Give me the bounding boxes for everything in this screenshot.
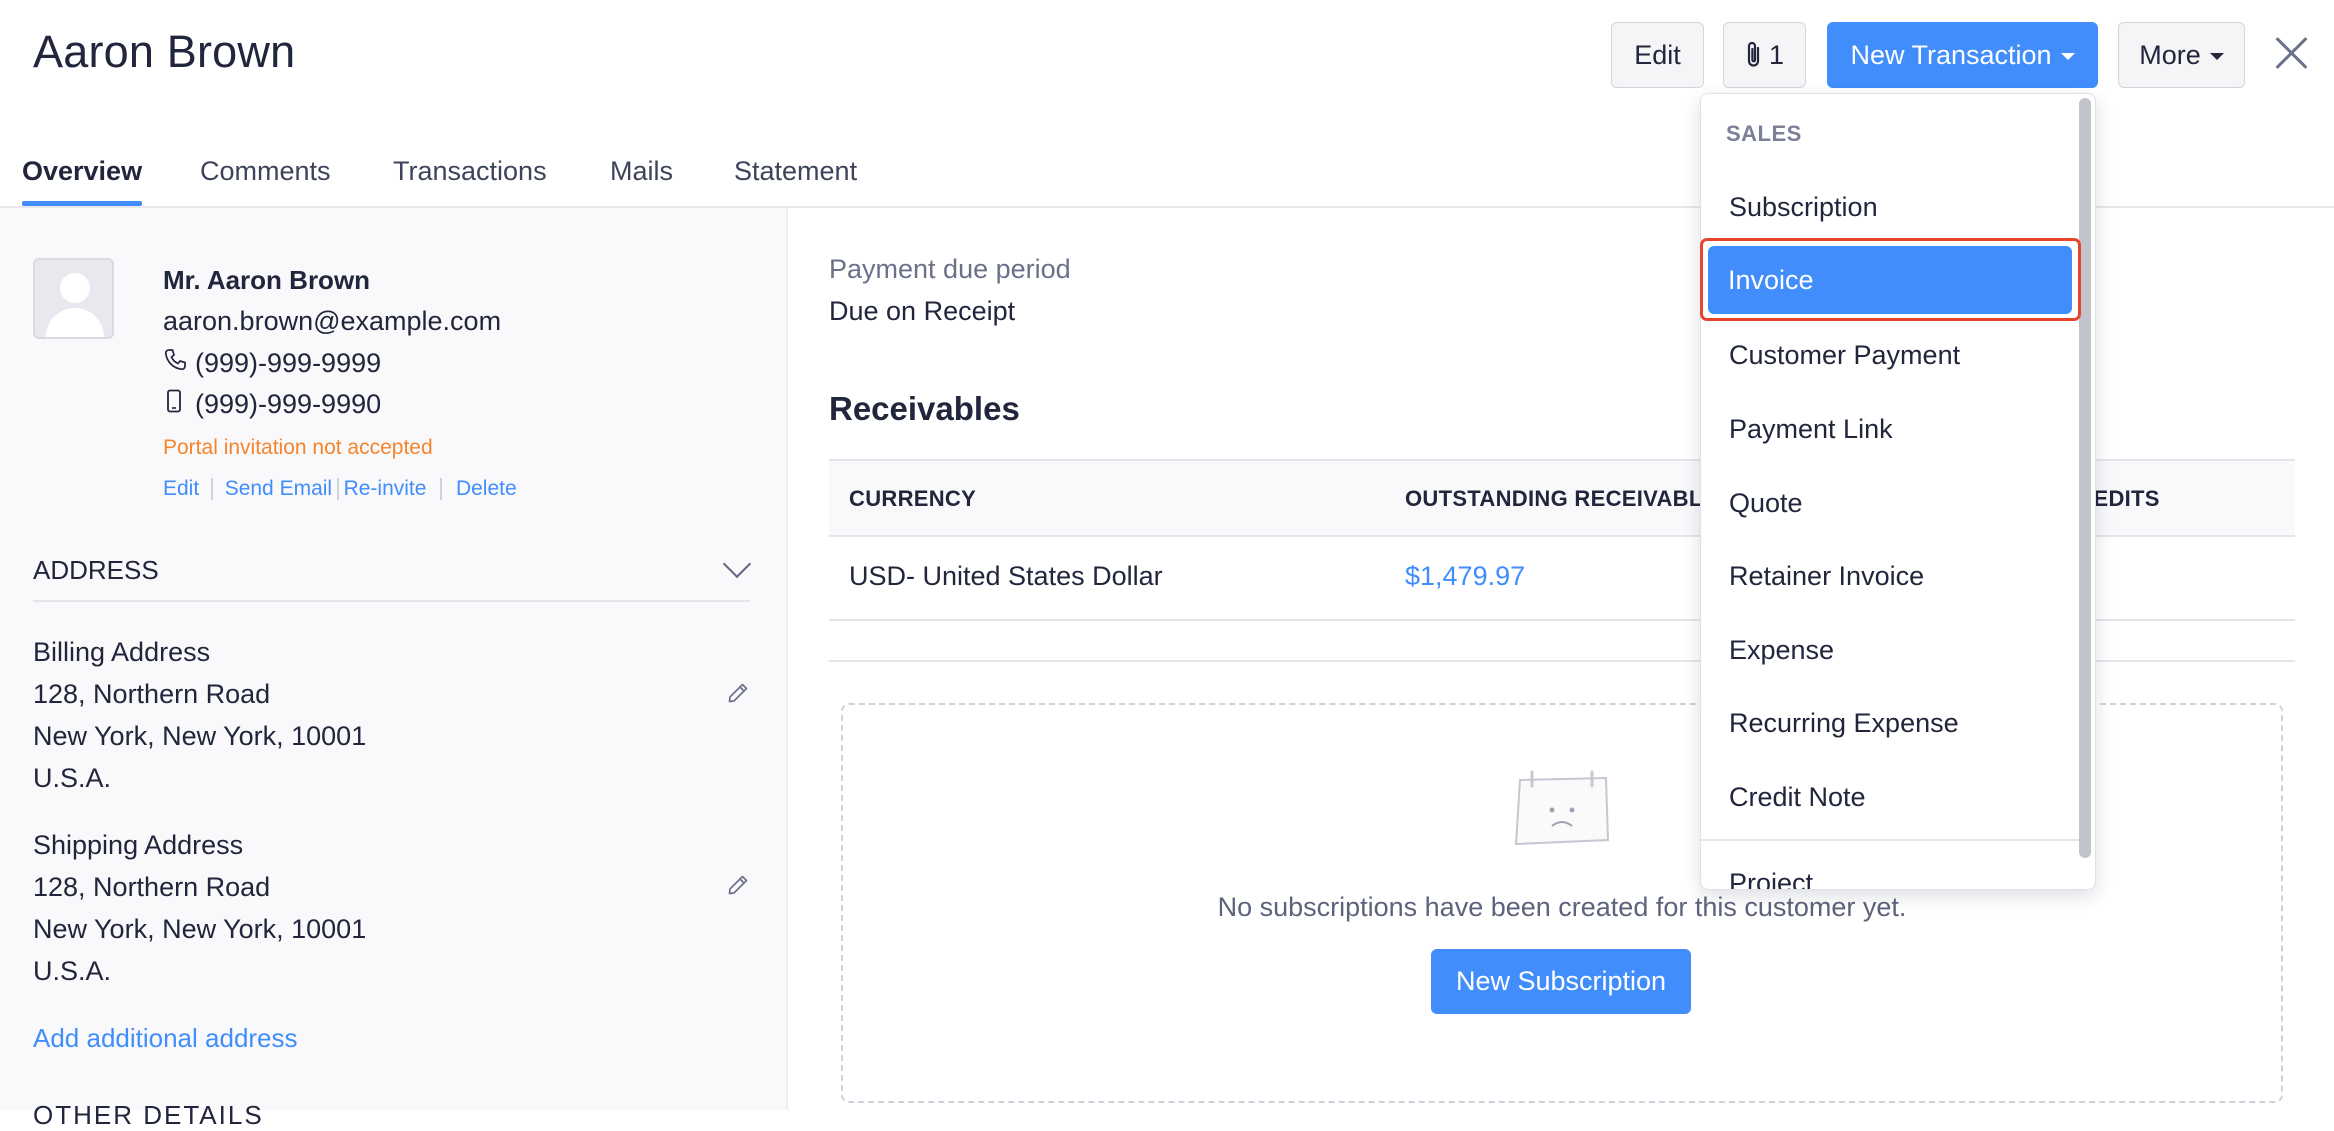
edit-billing-pencil-icon[interactable] xyxy=(726,681,750,705)
caret-down-icon xyxy=(2060,52,2075,60)
menu-item-customer-payment[interactable]: Customer Payment xyxy=(1729,340,1960,371)
new-transaction-label: New Transaction xyxy=(1850,39,2052,70)
shipping-address-label: Shipping Address xyxy=(33,830,244,860)
tab-comments[interactable]: Comments xyxy=(200,156,331,187)
billing-address-line3: U.S.A. xyxy=(33,763,112,793)
mobile-icon xyxy=(167,389,181,413)
re-invite-link[interactable]: Re-invite xyxy=(344,477,427,501)
tab-mails[interactable]: Mails xyxy=(610,156,673,187)
new-subscription-button[interactable]: New Subscription xyxy=(1431,949,1691,1014)
highlight-frame xyxy=(1700,238,2081,321)
edit-shipping-pencil-icon[interactable] xyxy=(726,873,750,897)
other-details-header[interactable]: OTHER DETAILS xyxy=(33,1100,264,1131)
tab-overview[interactable]: Overview xyxy=(22,156,142,187)
sad-calendar-icon xyxy=(1514,770,1610,846)
address-section-header[interactable]: ADDRESS xyxy=(33,555,159,586)
menu-item-retainer-invoice[interactable]: Retainer Invoice xyxy=(1729,561,1924,592)
attachments-count: 1 xyxy=(1768,39,1785,70)
more-button[interactable]: More xyxy=(2118,22,2245,88)
shipping-address: Shipping Address 128, Northern Road New … xyxy=(33,824,366,992)
shipping-address-line2: New York, New York, 10001 xyxy=(33,914,367,944)
dropdown-divider xyxy=(1701,839,2081,841)
paperclip-icon xyxy=(1747,41,1760,67)
close-icon[interactable] xyxy=(2264,26,2318,80)
empty-state-message: No subscriptions have been created for t… xyxy=(1217,892,1907,922)
active-tab-indicator xyxy=(22,201,142,206)
contact-mobile: (999)-999-9990 xyxy=(195,389,382,419)
billing-address: Billing Address 128, Northern Road New Y… xyxy=(33,631,366,799)
receivables-title: Receivables xyxy=(829,390,1020,427)
menu-item-project[interactable]: Project xyxy=(1729,868,1813,889)
tab-transactions[interactable]: Transactions xyxy=(393,156,547,187)
shipping-address-line3: U.S.A. xyxy=(33,956,112,986)
column-header-currency: CURRENCY xyxy=(849,486,977,511)
contact-email: aaron.brown@example.com xyxy=(163,306,502,336)
contact-phone: (999)-999-9999 xyxy=(195,348,382,378)
edit-contact-link[interactable]: Edit xyxy=(163,477,199,501)
phone-icon xyxy=(164,349,186,371)
payment-due-label: Payment due period xyxy=(829,254,1071,284)
menu-item-quote[interactable]: Quote xyxy=(1729,488,1803,519)
portal-status: Portal invitation not accepted xyxy=(163,436,433,459)
delete-contact-link[interactable]: Delete xyxy=(456,477,517,501)
contact-actions: Edit Send Email Re-invite Delete xyxy=(163,477,517,501)
new-subscription-label: New Subscription xyxy=(1455,966,1667,996)
contact-name: Mr. Aaron Brown xyxy=(163,265,371,295)
billing-address-line1: 128, Northern Road xyxy=(33,679,271,709)
menu-item-expense[interactable]: Expense xyxy=(1729,635,1834,666)
section-divider xyxy=(33,600,750,602)
dropdown-scrollbar[interactable] xyxy=(2079,98,2091,858)
dropdown-section-sales: SALES xyxy=(1726,121,1802,146)
payment-due-value: Due on Receipt xyxy=(829,296,1016,326)
menu-item-credit-note[interactable]: Credit Note xyxy=(1729,782,1866,813)
billing-address-label: Billing Address xyxy=(33,637,211,667)
send-email-link[interactable]: Send Email xyxy=(225,477,332,501)
outstanding-amount-link[interactable]: $1,479.97 xyxy=(1405,561,1525,592)
edit-button-label: Edit xyxy=(1634,39,1681,70)
avatar xyxy=(33,258,114,339)
receivable-currency-cell: USD- United States Dollar xyxy=(849,561,1163,591)
attachments-button[interactable]: 1 xyxy=(1723,22,1806,88)
shipping-address-line1: 128, Northern Road xyxy=(33,872,271,902)
tab-statement[interactable]: Statement xyxy=(734,156,857,187)
add-additional-address-link[interactable]: Add additional address xyxy=(33,1023,298,1054)
menu-item-subscription[interactable]: Subscription xyxy=(1729,192,1878,223)
edit-button[interactable]: Edit xyxy=(1611,22,1704,88)
billing-address-line2: New York, New York, 10001 xyxy=(33,721,367,751)
caret-down-icon xyxy=(2209,52,2224,60)
page-title: Aaron Brown xyxy=(33,26,296,77)
menu-item-payment-link[interactable]: Payment Link xyxy=(1729,414,1893,445)
more-label: More xyxy=(2139,39,2201,70)
new-transaction-button[interactable]: New Transaction xyxy=(1827,22,2098,88)
column-header-outstanding: OUTSTANDING RECEIVABLE xyxy=(1405,486,1718,511)
new-transaction-dropdown: SALES Subscription Customer Payment Paym… xyxy=(1700,93,2096,890)
menu-item-recurring-expense[interactable]: Recurring Expense xyxy=(1729,708,1959,739)
